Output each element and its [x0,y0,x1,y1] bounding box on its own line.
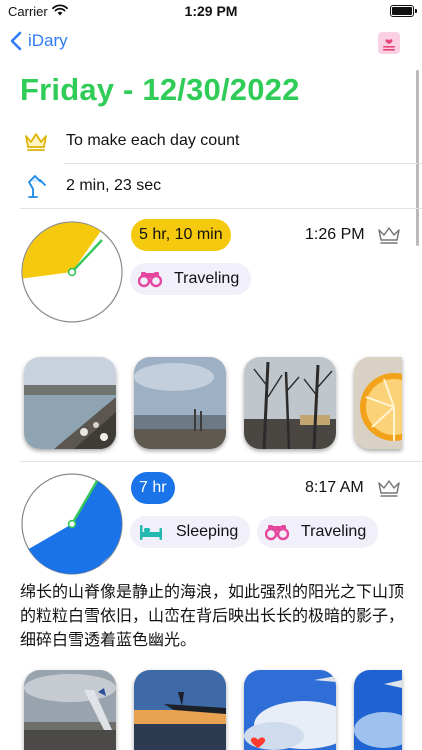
back-label: iDary [28,31,68,50]
entry-time: 1:26 PM [305,226,365,243]
motto-row: To make each day count [22,119,422,163]
tag-traveling[interactable]: Traveling [257,516,379,548]
tag-sleeping[interactable]: Sleeping [130,516,251,548]
time-pie-chart [21,221,123,323]
divider [20,208,422,209]
binoculars-icon [265,523,289,541]
tag-label: Traveling [174,270,240,287]
frozen-shoreline-photo[interactable] [24,357,116,449]
time-pie-chart [21,473,123,575]
entry-note: 绵长的山脊像是静止的海浪，如此强烈的阳光之下山顶的粒粒白雪依旧，山峦在背后映出长… [20,582,405,649]
airplane-wing-sunset-photo[interactable] [134,670,226,750]
desk-lamp-icon [22,172,50,200]
journal-icon[interactable] [378,32,400,54]
battery-icon [390,5,417,17]
crown-icon [22,127,50,155]
motto-text: To make each day count [66,132,240,149]
blue-sky-wing-photo[interactable] [354,670,402,750]
binoculars-icon [138,270,162,288]
bed-icon [138,523,164,541]
status-bar: Carrier 1:29 PM [0,0,422,24]
page-title: Friday - 12/30/2022 [20,72,300,107]
clock: 1:29 PM [184,3,238,19]
entry-time: 8:17 AM [305,479,364,496]
orange-slices-photo[interactable] [354,357,402,449]
crown-icon[interactable] [377,478,401,498]
airport-tarmac-photo[interactable] [24,670,116,750]
tag-label: Traveling [301,523,367,540]
navigation-bar: iDary [0,28,422,62]
tag-label: Sleeping [176,523,239,540]
clouds-from-plane-photo[interactable] [244,670,336,750]
duration-badge: 7 hr [131,472,175,504]
bare-trees-photo[interactable] [244,357,336,449]
crown-icon[interactable] [377,225,401,245]
chevron-left-icon [10,31,22,51]
back-button[interactable]: iDary [10,31,68,51]
divider [20,461,422,462]
duration-badge: 5 hr, 10 min [131,219,231,251]
tag-traveling[interactable]: Traveling [130,263,252,295]
lake-shore-photo[interactable] [134,357,226,449]
session-time-text: 2 min, 23 sec [66,177,162,194]
session-time-row: 2 min, 23 sec [22,164,422,208]
